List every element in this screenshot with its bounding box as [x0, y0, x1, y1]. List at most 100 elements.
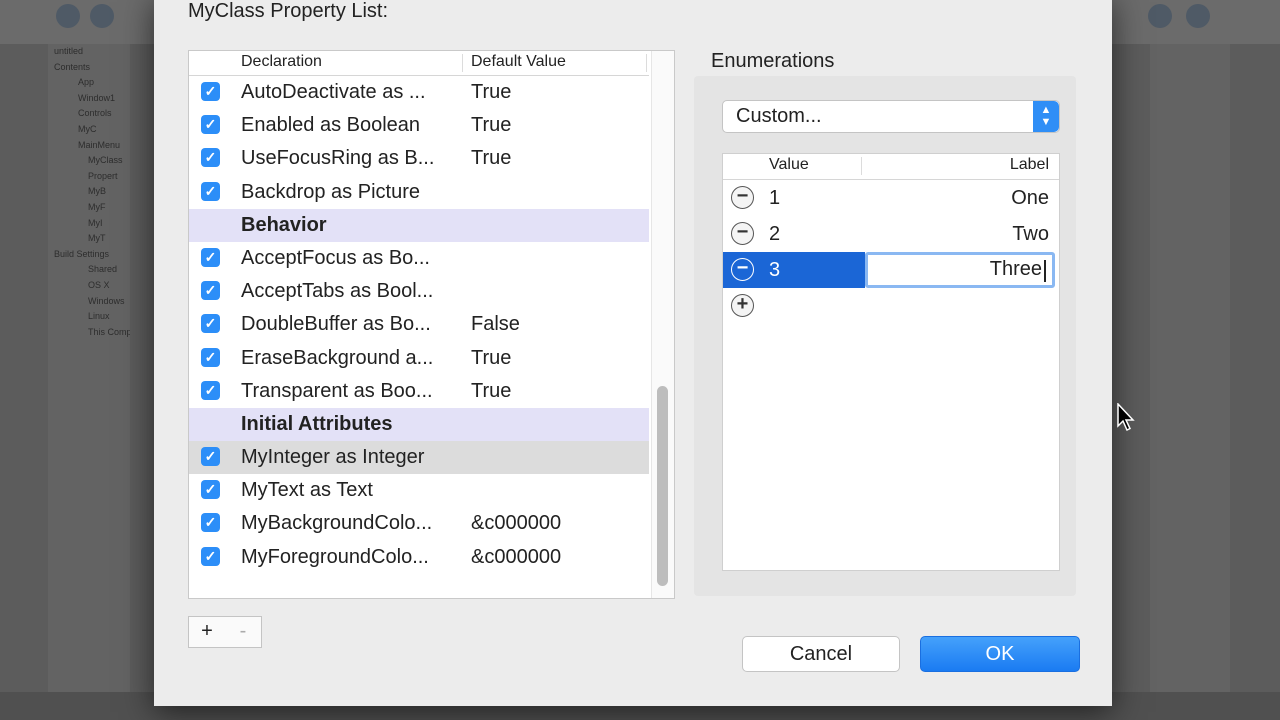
background-sidebar-item: MyI [88, 217, 103, 228]
remove-row-icon[interactable]: − [731, 222, 754, 245]
enumeration-type-popup[interactable]: Custom... ▲ ▼ [722, 100, 1060, 133]
property-row[interactable]: ✓ AcceptFocus as Bo... [189, 242, 649, 275]
section-header-row[interactable]: Behavior [189, 208, 649, 242]
property-declaration: UseFocusRing as B... [241, 147, 435, 170]
background-sidebar-item: Build Settings [54, 248, 110, 259]
enumeration-row[interactable]: −1 One [723, 180, 1059, 216]
background-sidebar-item: MyF [88, 201, 106, 212]
remove-row-icon[interactable]: − [731, 186, 754, 209]
property-list-sheet: MyClass Property List: Declaration Defau… [154, 0, 1112, 706]
property-row[interactable]: ✓ Enabled as Boolean True [189, 109, 649, 142]
remove-property-button[interactable]: - [225, 616, 262, 648]
checkbox[interactable]: ✓ [201, 181, 220, 201]
checkbox[interactable]: ✓ [201, 115, 220, 135]
background-sidebar-item: Windows [88, 295, 125, 306]
remove-row-icon[interactable]: − [731, 258, 754, 281]
property-row[interactable]: ✓ Backdrop as Picture [189, 176, 649, 209]
property-default-value: &c000000 [471, 545, 562, 568]
property-row[interactable]: ✓ Transparent as Boo... True [189, 375, 649, 408]
background-toolbar-icon [56, 4, 80, 28]
checkbox[interactable]: ✓ [201, 513, 220, 533]
background-sidebar-item: Controls [78, 108, 112, 119]
property-row[interactable]: ✓ MyForegroundColo... &c000000 [189, 541, 649, 574]
property-rows: ✓ AutoDeactivate as ... True ✓ Enabled as Bo… [189, 76, 649, 574]
sheet-title: MyClass Property List: [188, 0, 389, 22]
add-enumeration-row[interactable]: + [723, 288, 1059, 324]
checkbox[interactable]: ✓ [201, 380, 220, 400]
vertical-scrollbar[interactable] [651, 51, 674, 598]
cancel-button[interactable]: Cancel [742, 636, 900, 672]
property-default-value: False [471, 313, 520, 336]
enumeration-row[interactable]: −3 Three [723, 252, 1059, 288]
background-toolbar-icon [1186, 4, 1210, 28]
chevron-updown-icon: ▲ ▼ [1033, 101, 1059, 132]
property-declaration: Backdrop as Picture [241, 180, 420, 203]
label-edit-field[interactable]: Three [865, 252, 1055, 288]
text-caret [1044, 260, 1046, 282]
property-row[interactable]: ✓ UseFocusRing as B... True [189, 142, 649, 175]
popup-selected-value: Custom... [736, 105, 822, 127]
column-header-declaration[interactable]: Declaration [241, 53, 322, 71]
column-header-label[interactable]: Label [1010, 156, 1049, 174]
enumerations-heading: Enumerations [711, 50, 835, 72]
checkbox[interactable]: ✓ [201, 148, 220, 168]
property-declaration: MyForegroundColo... [241, 545, 429, 568]
checkbox[interactable]: ✓ [201, 447, 220, 467]
property-row[interactable]: ✓ AutoDeactivate as ... True [189, 76, 649, 109]
add-row-icon[interactable]: + [731, 294, 754, 317]
checkbox[interactable]: ✓ [201, 247, 220, 267]
background-sidebar-item: MyC [78, 123, 97, 134]
property-row[interactable]: ✓ MyBackgroundColo... &c000000 [189, 507, 649, 540]
property-declaration: MyInteger as Integer [241, 446, 425, 469]
property-row[interactable]: ✓ MyInteger as Integer [189, 441, 649, 475]
property-table-header: Declaration Default Value [189, 51, 649, 76]
property-declaration: AcceptFocus as Bo... [241, 246, 430, 269]
column-separator [861, 157, 862, 175]
column-separator [462, 54, 463, 72]
section-header-row[interactable]: Initial Attributes [189, 407, 649, 442]
column-header-value[interactable]: Value [769, 156, 809, 174]
scrollbar-thumb[interactable] [657, 386, 668, 586]
enumeration-value: 1 [769, 187, 781, 209]
property-declaration: EraseBackground a... [241, 346, 434, 369]
property-declaration: DoubleBuffer as Bo... [241, 313, 431, 336]
enumeration-label: One [1011, 187, 1049, 209]
property-declaration: AutoDeactivate as ... [241, 81, 426, 103]
property-default-value: True [471, 379, 512, 402]
background-sidebar-item: Window1 [78, 92, 116, 103]
enumeration-value: 2 [769, 223, 781, 245]
checkbox[interactable]: ✓ [201, 546, 220, 566]
property-table[interactable]: Declaration Default Value ✓ AutoDeactivat… [188, 50, 675, 599]
add-property-button[interactable]: + [188, 616, 226, 648]
enumeration-value: 3 [769, 259, 781, 281]
background-sidebar-item: Contents [54, 61, 91, 72]
checkbox[interactable]: ✓ [201, 82, 220, 101]
column-separator [646, 54, 647, 72]
property-row[interactable]: ✓ DoubleBuffer as Bo... False [189, 308, 649, 341]
enumeration-table[interactable]: Value Label −1 One −2 Two −3 Three + [722, 153, 1060, 571]
checkbox[interactable]: ✓ [201, 314, 220, 334]
checkbox[interactable]: ✓ [201, 281, 220, 301]
property-default-value: True [471, 147, 512, 170]
property-row[interactable]: ✓ MyText as Text [189, 474, 649, 507]
property-row[interactable]: ✓ AcceptTabs as Bool... [189, 275, 649, 308]
background-sidebar-item: App [78, 77, 95, 88]
property-declaration: Enabled as Boolean [241, 114, 421, 137]
property-declaration: MyText as Text [241, 479, 373, 502]
background-toolbar-icon [90, 4, 114, 28]
section-title: Behavior [241, 213, 327, 236]
ok-button[interactable]: OK [920, 636, 1080, 672]
background-sidebar-item: MyT [88, 233, 106, 244]
enumeration-table-header: Value Label [723, 154, 1059, 180]
property-row[interactable]: ✓ EraseBackground a... True [189, 342, 649, 375]
background-sidebar-item: MainMenu [78, 139, 121, 150]
property-default-value: True [471, 81, 512, 103]
checkbox[interactable]: ✓ [201, 480, 220, 500]
section-title: Initial Attributes [241, 412, 393, 435]
property-declaration: MyBackgroundColo... [241, 512, 433, 535]
background-sidebar-item: This Comp [88, 326, 130, 337]
column-header-default-value[interactable]: Default Value [471, 53, 566, 71]
checkbox[interactable]: ✓ [201, 347, 220, 367]
property-declaration: Transparent as Boo... [241, 379, 433, 402]
enumeration-row[interactable]: −2 Two [723, 216, 1059, 252]
